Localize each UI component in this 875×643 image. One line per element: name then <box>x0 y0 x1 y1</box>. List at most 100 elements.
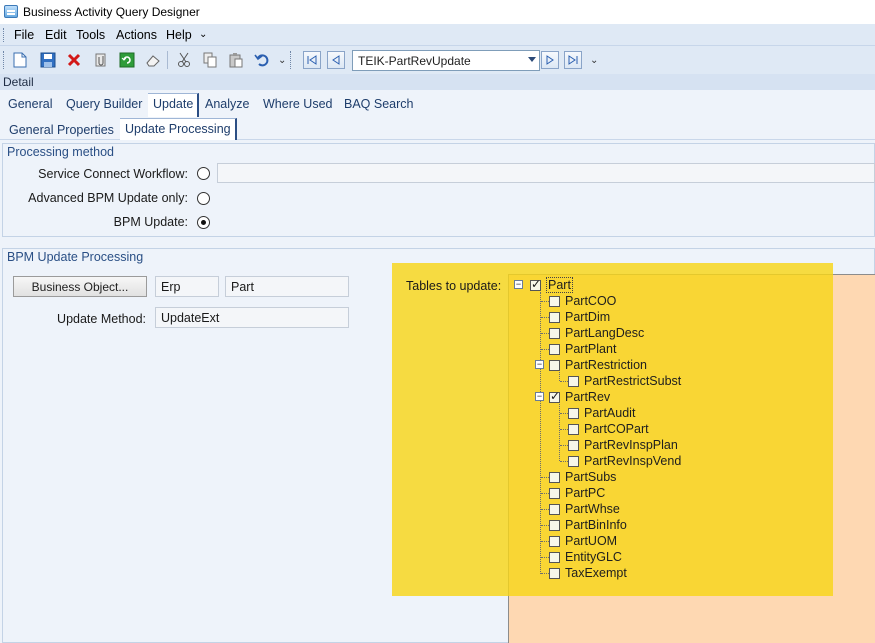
checkbox[interactable] <box>568 455 579 467</box>
tree-node-partrevinspvend[interactable]: PartRevInspVend <box>568 453 681 469</box>
tab-update-processing[interactable]: Update Processing <box>120 118 237 140</box>
tree-connector <box>541 557 549 558</box>
previous-record-icon[interactable] <box>327 51 345 69</box>
tree-node-label: PartCOPart <box>584 422 649 436</box>
tree-node-part[interactable]: Part <box>530 277 573 293</box>
checkbox[interactable] <box>549 359 560 371</box>
chevron-down-icon[interactable] <box>528 57 536 62</box>
tree-node-label: PartRevInspVend <box>584 454 682 468</box>
tree-connector <box>541 541 549 542</box>
checkbox[interactable] <box>549 487 560 499</box>
advanced-bpm-radio[interactable] <box>197 192 210 205</box>
menu-tools[interactable]: Tools <box>76 28 105 42</box>
checkbox[interactable] <box>549 567 560 579</box>
tree-node-partbininfo[interactable]: PartBinInfo <box>549 517 627 533</box>
checkbox[interactable] <box>568 439 579 451</box>
service-connect-workflow-field[interactable] <box>217 163 875 183</box>
tab-baq-search[interactable]: BAQ Search <box>344 97 413 111</box>
tab-query-builder[interactable]: Query Builder <box>66 97 142 111</box>
checkbox[interactable] <box>549 519 560 531</box>
paste-icon[interactable] <box>226 50 246 70</box>
tree-node-partrestrictsubst[interactable]: PartRestrictSubst <box>568 373 681 389</box>
tree-connector <box>541 573 549 574</box>
clear-icon[interactable] <box>143 50 163 70</box>
checkbox[interactable] <box>549 311 560 323</box>
service-connect-radio[interactable] <box>197 167 210 180</box>
delete-icon[interactable] <box>64 50 84 70</box>
last-record-icon[interactable] <box>564 51 582 69</box>
undo-icon[interactable] <box>252 50 272 70</box>
tree-node-taxexempt[interactable]: TaxExempt <box>549 565 627 581</box>
tree-connector <box>560 381 568 382</box>
refresh-icon[interactable] <box>117 50 137 70</box>
menu-bar: File Edit Tools Actions Help ⌄ <box>0 24 875 46</box>
tab-where-used[interactable]: Where Used <box>263 97 332 111</box>
checkbox[interactable] <box>549 327 560 339</box>
tree-node-partdim[interactable]: PartDim <box>549 309 610 325</box>
advanced-bpm-label: Advanced BPM Update only: <box>28 191 188 205</box>
menu-actions[interactable]: Actions <box>116 28 157 42</box>
tree-node-partsubs[interactable]: PartSubs <box>549 469 616 485</box>
checkbox[interactable] <box>549 535 560 547</box>
toolbar-grip[interactable] <box>290 51 292 69</box>
toolbar-grip[interactable] <box>3 51 5 69</box>
tree-node-partrev[interactable]: PartRev <box>549 389 610 405</box>
tree-node-partuom[interactable]: PartUOM <box>549 533 617 549</box>
tree-node-partcopart[interactable]: PartCOPart <box>568 421 649 437</box>
tree-connector <box>541 493 549 494</box>
menu-file[interactable]: File <box>14 28 34 42</box>
checkbox[interactable] <box>568 407 579 419</box>
tab-analyze[interactable]: Analyze <box>205 97 249 111</box>
collapse-icon[interactable]: − <box>514 280 523 289</box>
checkbox[interactable] <box>549 389 560 403</box>
menu-grip[interactable] <box>3 28 5 42</box>
checkbox[interactable] <box>549 551 560 563</box>
tree-node-partplant[interactable]: PartPlant <box>549 341 616 357</box>
tab-update[interactable]: Update <box>148 93 200 117</box>
menu-overflow-icon[interactable]: ⌄ <box>199 29 207 40</box>
update-method-field[interactable]: UpdateExt <box>155 307 349 328</box>
save-icon[interactable] <box>38 50 58 70</box>
business-object-system-field[interactable]: Erp <box>155 276 219 297</box>
toolbar-overflow-icon[interactable]: ⌄ <box>590 55 598 66</box>
first-record-icon[interactable] <box>303 51 321 69</box>
tree-node-partaudit[interactable]: PartAudit <box>568 405 635 421</box>
next-record-icon[interactable] <box>541 51 559 69</box>
tab-general[interactable]: General <box>8 97 52 111</box>
attach-icon[interactable] <box>91 50 111 70</box>
undo-dropdown-icon[interactable]: ⌄ <box>278 55 286 66</box>
tree-node-partlangdesc[interactable]: PartLangDesc <box>549 325 644 341</box>
business-object-button[interactable]: Business Object... <box>13 276 147 297</box>
tree-node-entityglc[interactable]: EntityGLC <box>549 549 622 565</box>
checkbox[interactable] <box>549 503 560 515</box>
new-icon[interactable] <box>10 50 30 70</box>
tree-connector <box>541 477 549 478</box>
tree-node-label: PartRev <box>565 390 611 404</box>
checkbox[interactable] <box>549 343 560 355</box>
cut-icon[interactable] <box>174 50 194 70</box>
checkbox[interactable] <box>549 295 560 307</box>
checkbox[interactable] <box>568 423 579 435</box>
tree-node-label: PartRevInspPlan <box>584 438 678 452</box>
checkbox[interactable] <box>549 471 560 483</box>
record-selector[interactable]: TEIK-PartRevUpdate <box>352 50 540 71</box>
service-connect-label: Service Connect Workflow: <box>38 167 188 181</box>
tab-general-properties[interactable]: General Properties <box>9 123 114 137</box>
tree-node-partrevinspplan[interactable]: PartRevInspPlan <box>568 437 678 453</box>
tree-node-label: PartRestrictSubst <box>584 374 682 388</box>
business-object-name-field[interactable]: Part <box>225 276 349 297</box>
collapse-icon[interactable]: − <box>535 360 544 369</box>
tree-node-partpc[interactable]: PartPC <box>549 485 605 501</box>
checkbox[interactable] <box>530 277 541 291</box>
copy-icon[interactable] <box>200 50 220 70</box>
tree-connector <box>541 301 549 302</box>
tree-node-partwhse[interactable]: PartWhse <box>549 501 620 517</box>
bpm-update-radio[interactable] <box>197 216 210 229</box>
menu-edit[interactable]: Edit <box>45 28 67 42</box>
menu-help[interactable]: Help <box>166 28 192 42</box>
tree-node-label: PartCOO <box>565 294 617 308</box>
tree-node-partcoo[interactable]: PartCOO <box>549 293 616 309</box>
checkbox[interactable] <box>568 375 579 387</box>
collapse-icon[interactable]: − <box>535 392 544 401</box>
tree-node-partrestriction[interactable]: PartRestriction <box>549 357 647 373</box>
